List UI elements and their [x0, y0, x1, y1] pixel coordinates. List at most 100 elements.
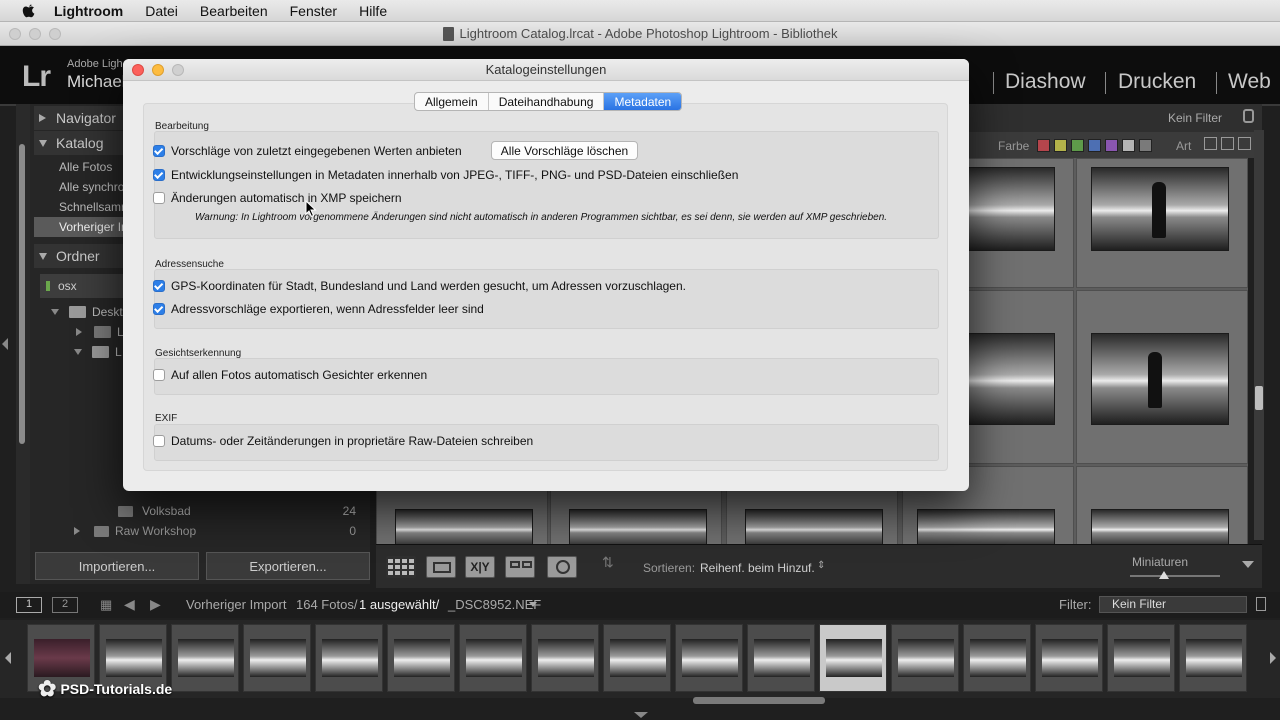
dialog-close-button[interactable]	[132, 64, 144, 76]
color-label-swatch[interactable]	[1037, 139, 1050, 152]
dialog-minimize-button[interactable]	[152, 64, 164, 76]
option-gps-lookup[interactable]: GPS-Koordinaten für Stadt, Bundesland un…	[153, 278, 686, 294]
filmstrip-thumbnail[interactable]	[531, 624, 599, 692]
folder-row[interactable]: L	[76, 323, 124, 341]
option-exif-write[interactable]: Datums- oder Zeitänderungen in proprietä…	[153, 433, 533, 449]
checkbox-auto-xmp[interactable]	[153, 192, 165, 204]
dropdown-arrow-icon[interactable]	[529, 602, 537, 607]
monitor-2-button[interactable]: 2	[52, 597, 78, 613]
document-icon	[442, 26, 454, 41]
filmstrip-thumbnail[interactable]	[459, 624, 527, 692]
tab-allgemein[interactable]: Allgemein	[415, 93, 489, 110]
sort-dropdown[interactable]: Reihenf. beim Hinzuf.	[700, 561, 815, 575]
menu-bearbeiten[interactable]: Bearbeiten	[200, 3, 268, 19]
grid-view-icon[interactable]	[386, 556, 416, 578]
filmstrip-left-arrow-icon[interactable]	[5, 652, 11, 664]
option-develop-metadata[interactable]: Entwicklungseinstellungen in Metadaten i…	[153, 167, 738, 183]
window-zoom-button[interactable]	[49, 28, 61, 40]
forward-arrow-icon[interactable]: ▶	[150, 596, 161, 613]
filmstrip-scrollbar[interactable]	[693, 697, 825, 704]
people-view-icon[interactable]	[547, 556, 577, 578]
sort-direction-icon[interactable]: ⇅	[602, 554, 614, 571]
window-close-button[interactable]	[9, 28, 21, 40]
filmstrip-thumbnail[interactable]	[819, 624, 887, 692]
checkbox-suggestions[interactable]	[153, 145, 165, 157]
filmstrip-thumbnail[interactable]	[891, 624, 959, 692]
filmstrip-thumbnail[interactable]	[1179, 624, 1247, 692]
module-web[interactable]: Web	[1228, 70, 1271, 94]
checkbox-gps-lookup[interactable]	[153, 280, 165, 292]
tab-dateihandhabung[interactable]: Dateihandhabung	[489, 93, 605, 110]
color-label-swatch[interactable]	[1088, 139, 1101, 152]
checkbox-exif-write[interactable]	[153, 435, 165, 447]
grid-cell[interactable]	[1076, 290, 1248, 464]
thumbnail-size-slider[interactable]	[1130, 571, 1220, 579]
color-label-swatch[interactable]	[1054, 139, 1067, 152]
menu-lightroom[interactable]: Lightroom	[54, 3, 123, 19]
left-scrollbar[interactable]	[19, 144, 25, 444]
filmstrip-filename[interactable]: _DSC8952.NEF	[448, 597, 541, 612]
lock-icon[interactable]	[1243, 109, 1254, 123]
color-label-swatch[interactable]	[1105, 139, 1118, 152]
module-diashow[interactable]: Diashow	[1005, 70, 1086, 94]
filmstrip-thumbnail[interactable]	[171, 624, 239, 692]
filter-lock-icon[interactable]	[1256, 597, 1266, 611]
option-suggestions[interactable]: Vorschläge von zuletzt eingegebenen Wert…	[153, 143, 462, 159]
filmstrip-filter-dropdown[interactable]: Kein Filter	[1099, 596, 1247, 613]
grid-scrollbar[interactable]	[1255, 386, 1263, 410]
folder-row[interactable]: L	[74, 343, 122, 361]
kind-virtual-icon[interactable]	[1221, 137, 1234, 150]
color-label-swatch[interactable]	[1071, 139, 1084, 152]
grid-view-small-icon[interactable]: ▦	[100, 597, 116, 612]
grid-cell[interactable]	[1076, 158, 1248, 288]
left-panel-toggle-icon[interactable]	[2, 338, 8, 350]
color-label-swatch[interactable]	[1139, 139, 1152, 152]
tab-metadaten[interactable]: Metadaten	[604, 93, 682, 110]
kind-video-icon[interactable]	[1238, 137, 1251, 150]
filmstrip-source[interactable]: Vorheriger Import	[186, 597, 286, 612]
filmstrip-thumbnail[interactable]	[747, 624, 815, 692]
kind-master-icon[interactable]	[1204, 137, 1217, 150]
filmstrip-thumbnail[interactable]	[315, 624, 383, 692]
module-drucken[interactable]: Drucken	[1118, 70, 1196, 94]
filmstrip-right-arrow-icon[interactable]	[1270, 652, 1276, 664]
compare-view-icon[interactable]: X|Y	[465, 556, 495, 578]
kind-filter-label: Art	[1176, 139, 1192, 153]
export-button[interactable]: Exportieren...	[206, 552, 370, 580]
checkbox-develop-metadata[interactable]	[153, 169, 165, 181]
menu-fenster[interactable]: Fenster	[290, 3, 337, 19]
sort-stepper-icon[interactable]: ⇕	[817, 560, 825, 571]
folder-row[interactable]: Deskt	[51, 303, 123, 321]
color-label-swatch[interactable]	[1122, 139, 1135, 152]
checkbox-face-detection[interactable]	[153, 369, 165, 381]
filmstrip-thumbnail[interactable]	[243, 624, 311, 692]
option-face-detection[interactable]: Auf allen Fotos automatisch Gesichter er…	[153, 367, 427, 383]
option-export-address[interactable]: Adressvorschläge exportieren, wenn Adres…	[153, 301, 484, 317]
apple-icon[interactable]	[20, 3, 38, 19]
filmstrip-thumbnail[interactable]	[603, 624, 671, 692]
clear-suggestions-button[interactable]: Alle Vorschläge löschen	[491, 141, 638, 160]
filmstrip-photo	[610, 639, 666, 677]
slider-knob[interactable]	[1159, 571, 1169, 579]
menu-hilfe[interactable]: Hilfe	[359, 3, 387, 19]
menu-datei[interactable]: Datei	[145, 3, 178, 19]
filmstrip-thumbnail[interactable]	[1035, 624, 1103, 692]
filmstrip-toggle-icon[interactable]	[634, 712, 648, 718]
filmstrip-thumbnail[interactable]	[387, 624, 455, 692]
import-button[interactable]: Importieren...	[35, 552, 199, 580]
survey-view-icon[interactable]	[505, 556, 535, 578]
filter-preset[interactable]: Kein Filter	[1168, 111, 1222, 125]
loupe-view-icon[interactable]	[426, 556, 456, 578]
filmstrip-thumbnail[interactable]	[675, 624, 743, 692]
checkbox-export-address[interactable]	[153, 303, 165, 315]
folder-row-volksbad[interactable]: Volksbad 24	[118, 502, 368, 520]
filmstrip-thumbnail[interactable]	[1107, 624, 1175, 692]
grid-cell[interactable]	[1076, 466, 1248, 549]
folder-row-raw-workshop[interactable]: Raw Workshop 0	[74, 522, 368, 540]
option-auto-xmp[interactable]: Änderungen automatisch in XMP speichern	[153, 190, 402, 206]
window-minimize-button[interactable]	[29, 28, 41, 40]
monitor-1-button[interactable]: 1	[16, 597, 42, 613]
back-arrow-icon[interactable]: ◀	[124, 596, 135, 613]
toolbar-menu-icon[interactable]	[1242, 561, 1254, 568]
filmstrip-thumbnail[interactable]	[963, 624, 1031, 692]
